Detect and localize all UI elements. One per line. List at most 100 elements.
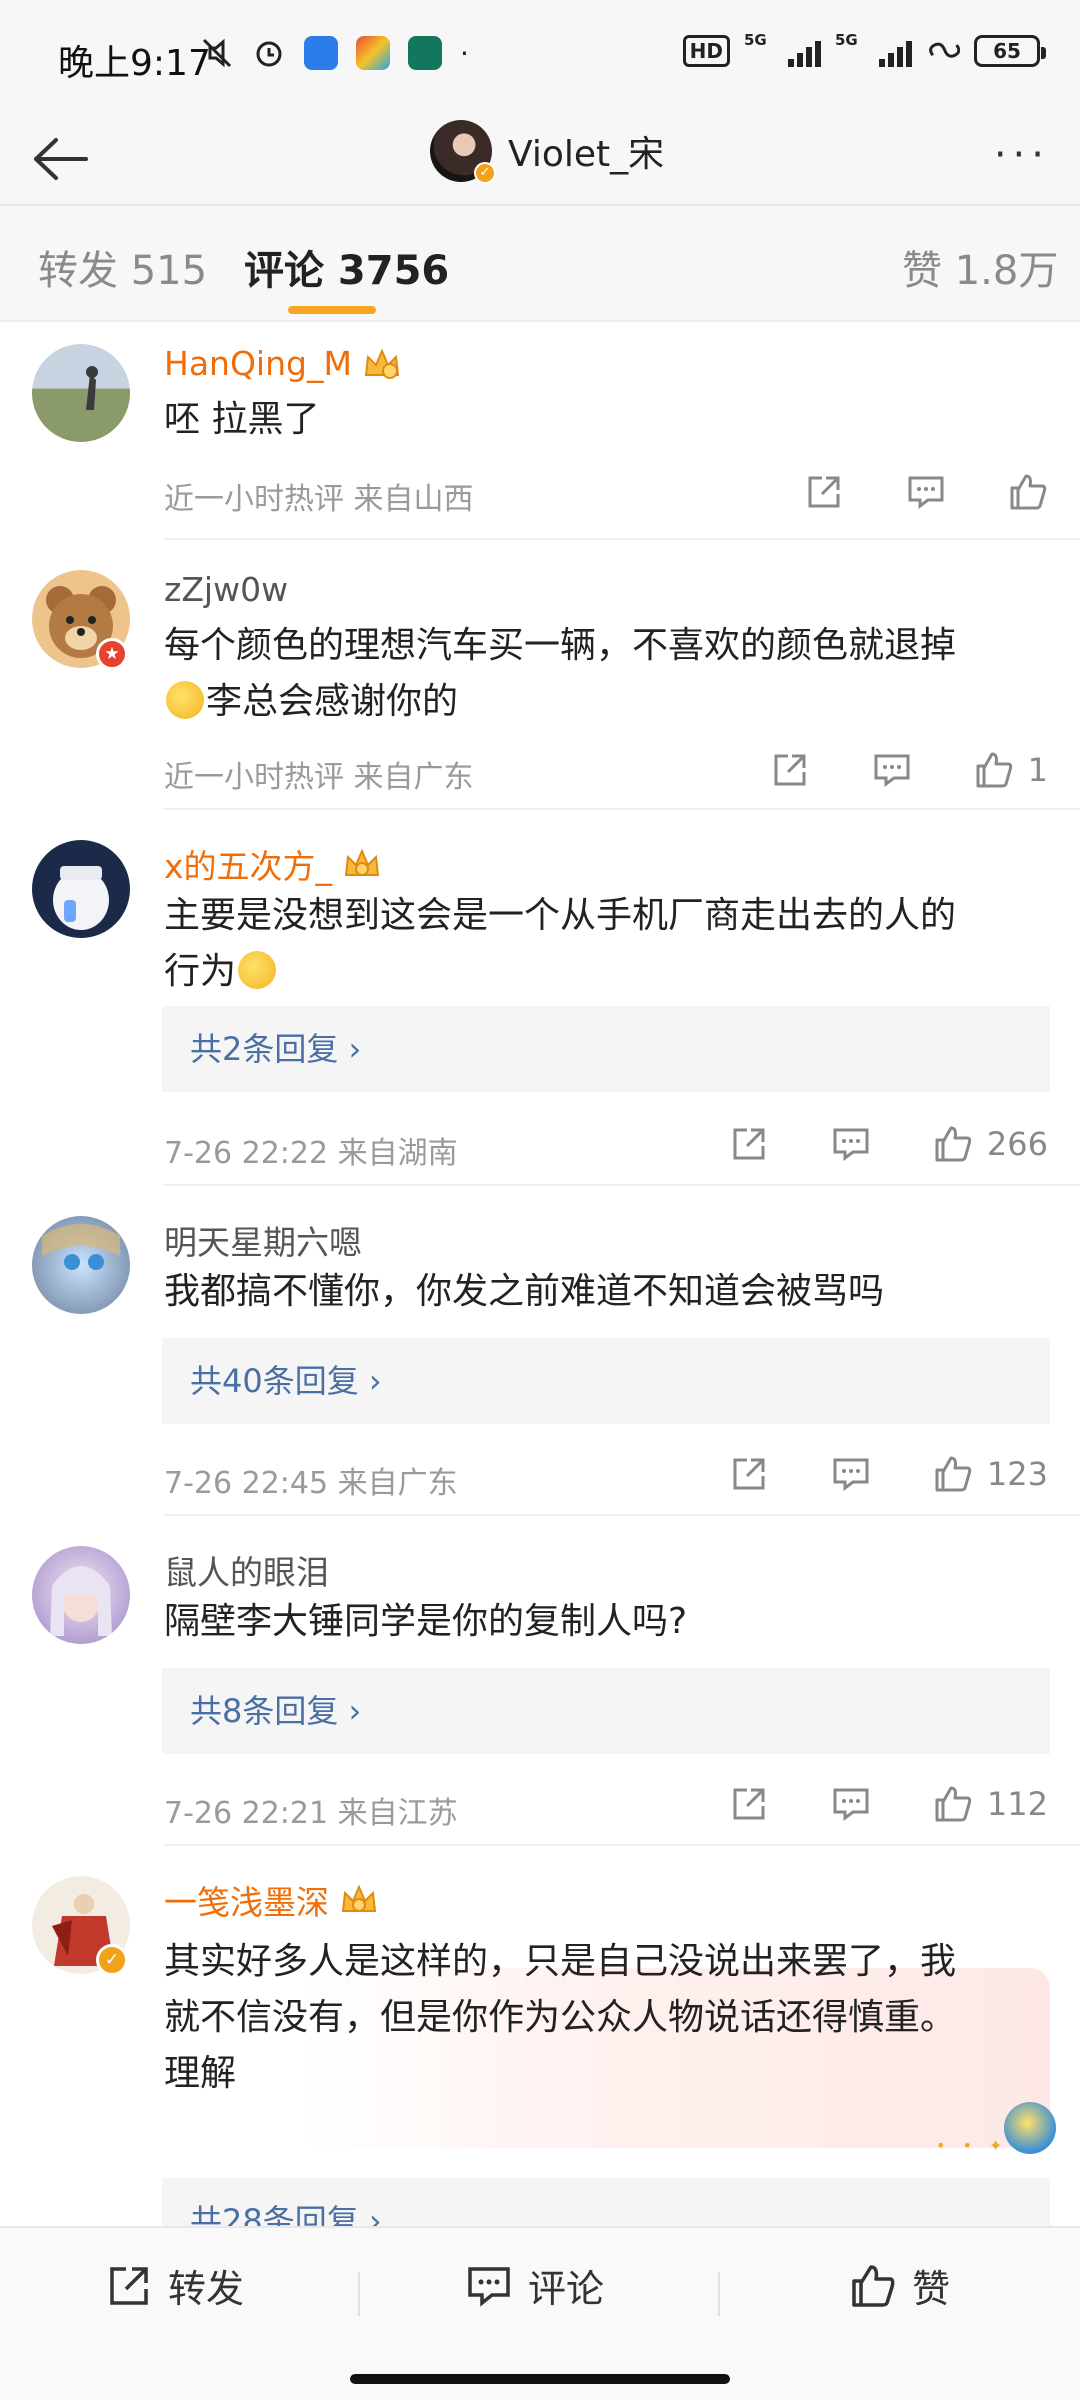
- repost-button[interactable]: 转发: [106, 2258, 244, 2313]
- share-button[interactable]: [729, 1454, 769, 1494]
- comment-actions: 1: [708, 750, 1048, 790]
- thumbs-up-icon: [935, 1126, 972, 1162]
- comment-meta: 近一小时热评 来自山西: [164, 482, 474, 517]
- comment-icon: [468, 2266, 510, 2307]
- reply-button[interactable]: [831, 1784, 871, 1824]
- comment-text: 其实好多人是这样的，只是自己没说出来罢了，我 就不信没有，但是你作为公众人物说话…: [164, 1941, 957, 2094]
- signal-icon-2: 5G: [835, 31, 912, 67]
- comment-item: 鼠人的眼泪 隔壁李大锤同学是你的复制人吗? 共8条回复 › 7-26 22:21…: [0, 1516, 1080, 1846]
- view-replies-link[interactable]: 共8条回复 ›: [162, 1668, 1050, 1754]
- comment-meta: 7-26 22:45 来自广东: [164, 1466, 458, 1501]
- avatar[interactable]: [32, 1546, 130, 1644]
- comment-icon: [908, 476, 944, 509]
- status-bar: 晚上9:17 · HD 5G 5G 65: [0, 0, 1080, 110]
- vip-crown-icon: [364, 347, 400, 379]
- alarm-icon: [252, 36, 286, 70]
- home-indicator[interactable]: [350, 2374, 730, 2384]
- tab-reposts[interactable]: 转发 515: [38, 238, 207, 296]
- share-button[interactable]: [729, 1784, 769, 1824]
- share-button[interactable]: [804, 472, 844, 512]
- reply-button[interactable]: [831, 1124, 871, 1164]
- share-icon: [110, 2266, 148, 2305]
- like-button[interactable]: [1008, 472, 1048, 512]
- share-icon: [733, 1458, 765, 1490]
- comment-item: ★ zZjw0w 每个颜色的理想汽车买一辆，不喜欢的颜色就退掉 李总会感谢你的 …: [0, 540, 1080, 810]
- comment-username[interactable]: 鼠人的眼泪: [164, 1546, 329, 1594]
- share-button[interactable]: [770, 750, 810, 790]
- tab-likes[interactable]: 赞 1.8万: [902, 238, 1058, 296]
- share-icon: [733, 1128, 765, 1160]
- share-icon: [733, 1788, 765, 1820]
- thumbs-up-icon: [852, 2264, 895, 2307]
- avatar[interactable]: ✓: [430, 120, 496, 184]
- comment-meta: 7-26 22:22 来自湖南: [164, 1136, 458, 1171]
- view-replies-link[interactable]: 共2条回复 ›: [162, 1006, 1050, 1092]
- comment-icon: [833, 1788, 869, 1821]
- status-time: 晚上9:17: [58, 43, 211, 84]
- more-options-button[interactable]: ···: [994, 135, 1050, 175]
- comment-icon: [874, 754, 910, 787]
- comment-text: 我都搞不懂你，你发之前难道不知道会被骂吗: [164, 1271, 885, 1312]
- comment-text: 每个颜色的理想汽车买一辆，不喜欢的颜色就退掉 李总会感谢你的: [164, 625, 957, 722]
- back-arrow-icon: [34, 138, 88, 180]
- yum-emoji-icon: [166, 681, 204, 719]
- reply-button[interactable]: [906, 472, 946, 512]
- like-button[interactable]: 266: [933, 1124, 1048, 1164]
- comment-username[interactable]: 明天星期六嗯: [164, 1216, 362, 1264]
- tab-comments[interactable]: 评论 3756: [244, 238, 449, 296]
- status-right: HD 5G 5G 65: [682, 31, 1046, 68]
- comment-item: ✓ 一笺浅墨深 其实好多人是这样的，只是自己没说出来罢了，我 就不信没有，但是你…: [0, 1846, 1080, 2264]
- view-replies-link[interactable]: 共40条回复 ›: [162, 1338, 1050, 1424]
- comment-username[interactable]: HanQing_M: [164, 344, 402, 383]
- like-button[interactable]: 1: [974, 750, 1048, 790]
- app-notification-icon-2: [356, 36, 390, 70]
- comment-text: 呸 拉黑了: [164, 399, 320, 440]
- share-icon: [774, 754, 806, 786]
- page-title: Violet_宋: [508, 134, 665, 175]
- comment-actions: 123: [667, 1454, 1048, 1494]
- link-icon: [926, 34, 960, 68]
- comment-username[interactable]: zZjw0w: [164, 570, 288, 609]
- bottom-action-bar: 转发 评论 赞: [0, 2226, 1080, 2400]
- vip-crown-icon: [344, 848, 380, 876]
- comment-actions: 266: [667, 1124, 1048, 1164]
- status-notification-icons: ·: [200, 36, 469, 70]
- nav-profile[interactable]: ✓ Violet_宋: [430, 120, 665, 184]
- like-button[interactable]: 赞: [850, 2258, 950, 2313]
- comment-meta: 7-26 22:21 来自江苏: [164, 1796, 458, 1831]
- back-button[interactable]: [24, 124, 94, 194]
- reply-button[interactable]: [872, 750, 912, 790]
- comment-button[interactable]: 评论: [466, 2258, 604, 2313]
- comment-icon: [833, 1128, 869, 1161]
- share-button[interactable]: [729, 1124, 769, 1164]
- bottom-separator: [718, 2272, 720, 2316]
- comment-username[interactable]: x的五次方_: [164, 840, 382, 888]
- active-tab-indicator: [288, 306, 376, 314]
- thumbs-up-icon: [976, 752, 1012, 788]
- comment-icon: [833, 1458, 869, 1491]
- like-button[interactable]: 123: [933, 1454, 1048, 1494]
- comment-item: HanQing_M 呸 拉黑了 近一小时热评 来自山西: [0, 324, 1080, 540]
- avatar[interactable]: [32, 1216, 130, 1314]
- surprised-emoji-icon: [238, 951, 277, 989]
- official-badge-icon: ★: [96, 638, 128, 670]
- comment-username[interactable]: 一笺浅墨深: [164, 1876, 379, 1924]
- battery-indicator: 65: [974, 35, 1046, 67]
- verified-icon: ✓: [96, 1944, 128, 1976]
- emoji-sticker-icon: [1004, 2102, 1056, 2154]
- comment-item: 明天星期六嗯 我都搞不懂你，你发之前难道不知道会被骂吗 共40条回复 › 7-2…: [0, 1186, 1080, 1516]
- app-notification-icon-1: [304, 36, 338, 70]
- signal-icon-1: 5G: [744, 31, 821, 67]
- reply-button[interactable]: [831, 1454, 871, 1494]
- avatar[interactable]: [32, 840, 130, 938]
- avatar[interactable]: [32, 344, 130, 442]
- comment-actions: 112: [667, 1784, 1048, 1824]
- like-button[interactable]: 112: [933, 1784, 1048, 1824]
- share-icon: [808, 476, 840, 508]
- thumbs-up-icon: [935, 1786, 972, 1822]
- thumbs-up-icon: [1010, 474, 1047, 510]
- comment-item: x的五次方_ 主要是没想到这会是一个从手机厂商走出去的人的 行为 共2条回复 ›…: [0, 810, 1080, 1186]
- mute-icon: [200, 36, 234, 70]
- verified-icon: ✓: [474, 162, 496, 184]
- comment-text: 主要是没想到这会是一个从手机厂商走出去的人的 行为: [164, 895, 957, 992]
